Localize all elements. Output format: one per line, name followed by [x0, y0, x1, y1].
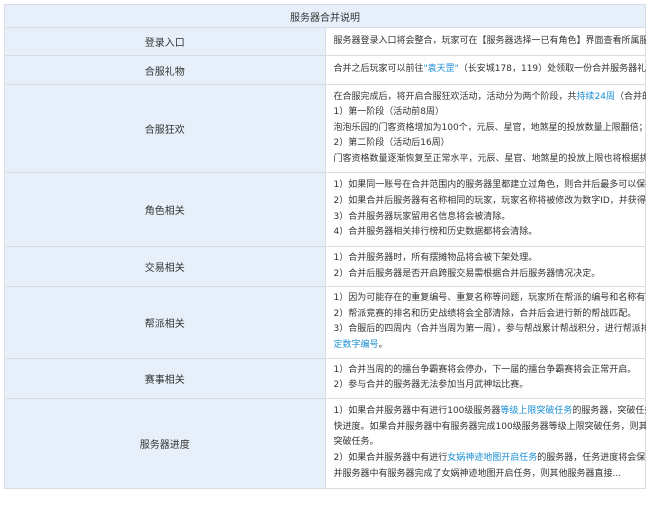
row-carnival: 合服狂欢 在合服完成后，将开启合服狂欢活动，活动分为两个阶段，共持续24周（合并… [4, 84, 647, 173]
content-text: 1）因为可能存在的重复编号、重复名称等问题，玩家所在帮派的编号和名称有可能改变。 [333, 293, 647, 304]
row-label: 交易相关 [4, 245, 326, 288]
content-line: 3）合并服务器玩家留用名信息将会被清除。 [334, 210, 638, 226]
row-content: 1）如果合并服务器中有进行100级服务器等级上限突破任务的服务器，突破任务的进度… [324, 397, 647, 489]
content-text: 合并之后玩家可以前往 [333, 64, 424, 75]
content-text: （长安城178，119）处领取一份合并服务器礼物。 [458, 64, 646, 75]
highlight-text: "袁天罡" [423, 64, 459, 75]
row-label: 服务器进度 [4, 397, 326, 489]
row-trade: 交易相关 1）合并服务器时，所有摆摊物品将会被下架处理。 2）合并后服务器是否开启… [4, 245, 646, 288]
row-label: 帮派相关 [4, 286, 326, 359]
row-label: 合服礼物 [4, 55, 326, 85]
content-line: 2）合并后服务器是否开启跨服交易需根据合并后服务器情况决定。 [334, 267, 638, 283]
content-line: 突破任务。 [334, 435, 638, 451]
merge-info-panel: 服务器合并说明 登录入口 服务器登录入口将会整合，玩家可在【服务器选择一已有角色… [4, 4, 646, 514]
content-text: 3）合服后的四周内（合并当周为第一周），参与帮战累计帮战积分，进行帮派排名，活动… [333, 324, 647, 335]
content-line: 泡泡乐园的门客资格增加为100个，元辰、星官，地煞星的投放数量上限翻倍； [334, 121, 647, 137]
row-label: 角色相关 [4, 172, 326, 247]
highlight-text: 持续24周 [576, 91, 615, 102]
content-line: 2）帮派竞赛的排名和历史战绩将会全部清除，合并后会进行新的帮战匹配。 [334, 307, 638, 323]
content-line: 1）如果合并服务器中有进行100级服务器等级上限突破任务的服务器，突破任务的进度… [333, 404, 647, 420]
content-text: 泡泡乐园的门客资格增加为100个，元辰、星官，地煞星的投放数量上限翻倍； [333, 122, 647, 133]
content-line: 在合服完成后，将开启合服狂欢活动，活动分为两个阶段，共持续24周（合并的周三记为… [333, 90, 647, 106]
content-text: 突破任务。 [333, 437, 379, 448]
content-text: 2）如果合并后服务器有名称相同的玩家，玩家名称将被修改为数字ID，并获得一次免费… [333, 195, 647, 206]
row-content: 1）合并当周的的擂台争霸赛将会停办，下一届的擂台争霸赛将会正常开启。 2）参与合并… [324, 357, 646, 399]
content-text: 服务器登录入口将会整合，玩家可在【服务器选择一已有角色】界面查看所属服务器。 [333, 35, 647, 46]
row-label: 赛事相关 [4, 357, 326, 399]
row-content: 1）因为可能存在的重复编号、重复名称等问题，玩家所在帮派的编号和名称有可能改变。… [324, 286, 647, 359]
content-text: 1）如果同一账号在合并范围内的服务器里都建立过角色，则合并后最多可以保存 [333, 180, 647, 191]
content-text: 的服务器，任务进度将会保留合并服务器中的最快进度。如果合 [537, 453, 646, 464]
content-line: 并服务器中有服务器完成了女娲神迹地图开启任务，则其他服务器直接... [334, 467, 638, 483]
content-text: 1）如果合并服务器中有进行100级服务器 [333, 406, 501, 417]
content-line: 门客资格数量逐渐恢复至正常水平，元辰、星官、地煞星的投放上限也将根据挑战情况逐步… [334, 152, 647, 168]
row-gift: 合服礼物 合并之后玩家可以前往"袁天罡"（长安城178，119）处领取一份合并服… [4, 55, 647, 85]
row-match: 赛事相关 1）合并当周的的擂台争霸赛将会停办，下一届的擂台争霸赛将会正常开启。 2… [4, 357, 646, 399]
row-progress: 服务器进度 1）如果合并服务器中有进行100级服务器等级上限突破任务的服务器，突… [4, 397, 647, 489]
row-content: 合并之后玩家可以前往"袁天罡"（长安城178，119）处领取一份合并服务器礼物。 [324, 55, 647, 85]
content-text: 2）合并后服务器是否开启跨服交易需根据合并后服务器情况决定。 [333, 268, 601, 279]
content-text: 1）合并当周的的擂台争霸赛将会停办，下一届的擂台争霸赛将会正常开启。 [333, 364, 637, 375]
content-line: 快进度。如果合并服务器中有服务器完成100级服务器等级上限突破任务，则其它服务器… [334, 420, 647, 436]
content-text: 在合服完成后，将开启合服狂欢活动，活动分为两个阶段，共 [333, 91, 577, 102]
row-label: 登录入口 [4, 27, 326, 56]
content-line: 1）合并服务器时，所有摆摊物品将会被下架处理。 [334, 251, 638, 267]
content-text: 快进度。如果合并服务器中有服务器完成100级服务器等级上限突破任务，则其它服务器… [333, 421, 647, 432]
content-text: 2）第二阶段（活动后16周） [333, 138, 450, 149]
content-line: 3）合服后的四周内（合并当周为第一周），参与帮战累计帮战积分，进行帮派排名，活动… [334, 322, 647, 338]
merge-info-table: 服务器合并说明 登录入口 服务器登录入口将会整合，玩家可在【服务器选择一已有角色… [4, 4, 646, 489]
content-line: 定数字编号。 [334, 338, 638, 354]
row-login: 登录入口 服务器登录入口将会整合，玩家可在【服务器选择一已有角色】界面查看所属服… [4, 27, 647, 56]
highlight-text: 定数字编号 [333, 339, 379, 350]
content-line: 1）合并当周的的擂台争霸赛将会停办，下一届的擂台争霸赛将会正常开启。 [334, 363, 638, 379]
row-guild: 帮派相关 1）因为可能存在的重复编号、重复名称等问题，玩家所在帮派的编号和名称有… [4, 286, 647, 359]
content-line: 4）合并服务器相关排行榜和历史数据都将会清除。 [334, 225, 638, 241]
content-text: 4）合并服务器相关排行榜和历史数据都将会清除。 [333, 227, 538, 238]
row-role: 角色相关 1）如果同一账号在合并范围内的服务器里都建立过角色，则合并后最多可以保… [4, 172, 647, 247]
content-line: 1）第一阶段（活动前8周） [334, 105, 638, 121]
content-text: （合并的周三记为第1周）： [614, 91, 646, 102]
content-line: 1）如果同一账号在合并范围内的服务器里都建立过角色，则合并后最多可以保存12个角… [334, 178, 647, 194]
content-line: 2）参与合并的服务器无法参加当月武神坛比赛。 [334, 378, 638, 394]
highlight-text: 等级上限突破任务 [500, 406, 573, 417]
content-text: 2）帮派竞赛的排名和历史战绩将会全部清除，合并后会进行新的帮战匹配。 [333, 308, 637, 319]
content-text: 1）第一阶段（活动前8周） [333, 107, 444, 118]
content-text: 2）参与合并的服务器无法参加当月武神坛比赛。 [333, 380, 529, 391]
row-label: 合服狂欢 [4, 84, 326, 173]
content-text: 门客资格数量逐渐恢复至正常水平，元辰、星官、地煞星的投放上限也将根据挑战情况逐步… [333, 153, 647, 164]
content-text: 的服务器，突破任务的进度将会保留合并服务器中的最 [572, 406, 646, 417]
content-text: 。 [378, 339, 388, 350]
content-line: 服务器登录入口将会整合，玩家可在【服务器选择一已有角色】界面查看所属服务器。 [334, 34, 647, 50]
content-line: 1）因为可能存在的重复编号、重复名称等问题，玩家所在帮派的编号和名称有可能改变。 [334, 291, 647, 307]
content-text: 2）如果合并服务器中有进行 [333, 453, 448, 464]
content-text: 并服务器中有服务器完成了女娲神迹地图开启任务，则其他服务器直接... [333, 468, 622, 479]
content-line: 2）第二阶段（活动后16周） [334, 136, 638, 152]
table-header-row: 服务器合并说明 [4, 4, 646, 28]
content-line: 2）如果合并服务器中有进行女娲神迹地图开启任务的服务器，任务进度将会保留合并服务… [333, 451, 647, 467]
table-title: 服务器合并说明 [4, 4, 646, 28]
content-line: 合并之后玩家可以前往"袁天罡"（长安城178，119）处领取一份合并服务器礼物。 [333, 62, 647, 78]
row-content: 服务器登录入口将会整合，玩家可在【服务器选择一已有角色】界面查看所属服务器。 [324, 27, 647, 56]
row-content: 1）如果同一账号在合并范围内的服务器里都建立过角色，则合并后最多可以保存12个角… [324, 172, 647, 247]
content-text: 1）合并服务器时，所有摆摊物品将会被下架处理。 [333, 253, 538, 263]
row-content: 在合服完成后，将开启合服狂欢活动，活动分为两个阶段，共持续24周（合并的周三记为… [324, 84, 647, 173]
content-line: 2）如果合并后服务器有名称相同的玩家，玩家名称将被修改为数字ID，并获得一次免费… [334, 194, 647, 210]
row-content: 1）合并服务器时，所有摆摊物品将会被下架处理。 2）合并后服务器是否开启跨服交易需… [324, 245, 646, 288]
highlight-text: 女娲神迹地图开启任务 [447, 453, 538, 464]
content-text: 3）合并服务器玩家留用名信息将会被清除。 [333, 211, 511, 222]
